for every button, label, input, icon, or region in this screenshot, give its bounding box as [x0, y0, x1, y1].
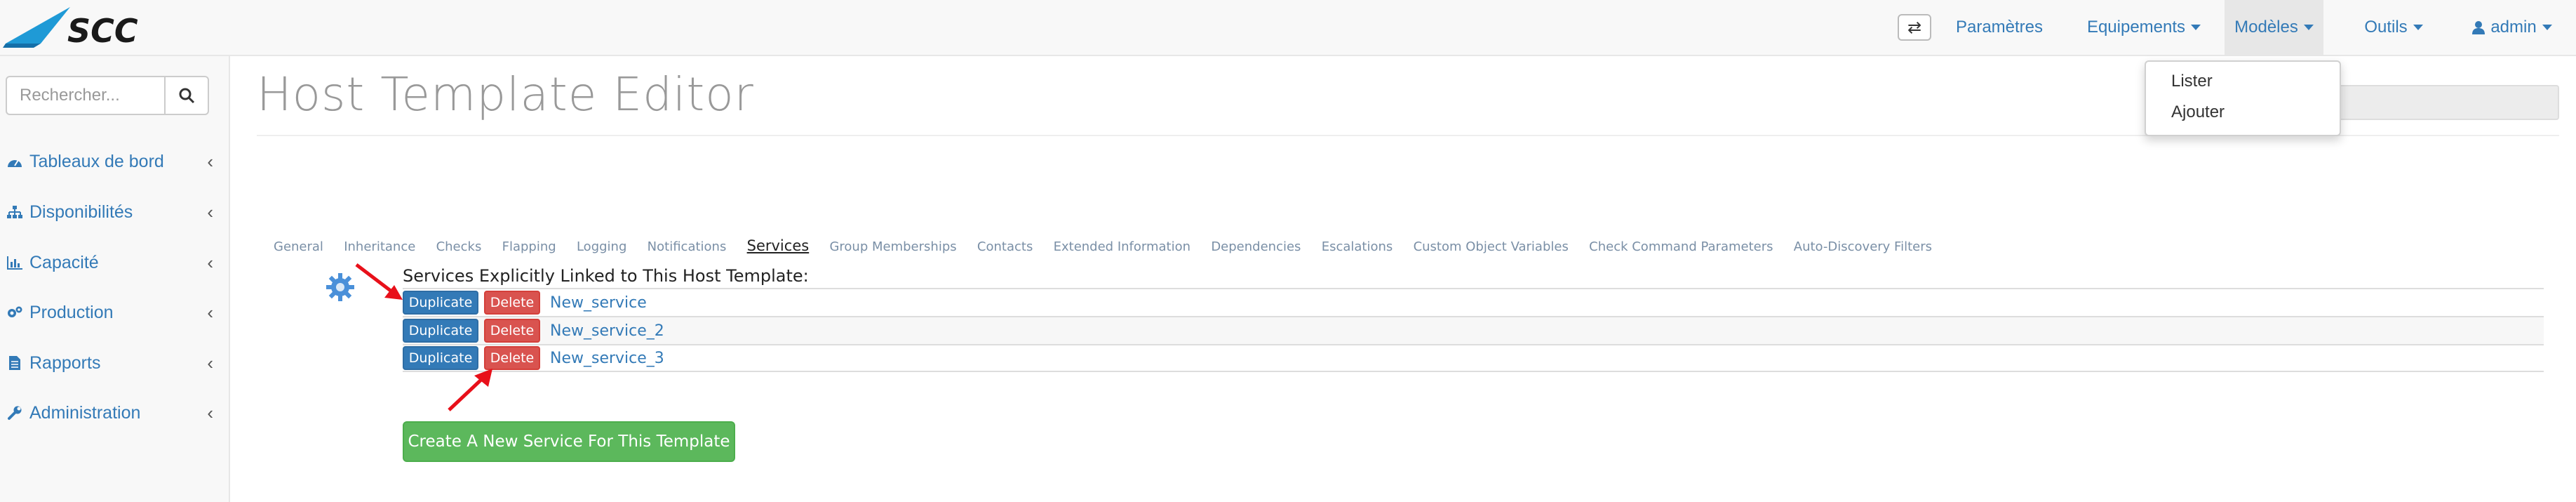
- tab-dependencies[interactable]: Dependencies: [1211, 239, 1301, 254]
- gears-icon: [4, 305, 25, 319]
- nav-equipements[interactable]: Equipements: [2071, 0, 2217, 55]
- sidebar: Tableaux de bord ‹ Disponibilités ‹ Capa…: [0, 56, 230, 502]
- service-link[interactable]: New_service: [550, 294, 647, 312]
- annotation-arrow: [448, 369, 492, 411]
- header-search-field[interactable]: [2340, 85, 2559, 120]
- sidebar-item-administration[interactable]: Administration ‹: [0, 392, 229, 434]
- tab-extended-information[interactable]: Extended Information: [1054, 239, 1190, 254]
- user-icon: [2472, 21, 2486, 34]
- nav-modeles-label: Modèles: [2234, 18, 2298, 37]
- duplicate-button[interactable]: Duplicate: [403, 319, 478, 343]
- caret-down-icon: [2303, 25, 2314, 30]
- sitemap-icon: [4, 205, 25, 219]
- nav-admin[interactable]: admin: [2459, 0, 2565, 55]
- navbar-toggle-button[interactable]: ⇄: [1898, 14, 1931, 41]
- caret-down-icon: [2191, 25, 2201, 30]
- tab-inheritance[interactable]: Inheritance: [344, 239, 415, 254]
- tab-general[interactable]: General: [274, 239, 323, 254]
- service-row: Duplicate Delete New_service_2: [403, 316, 2544, 344]
- service-row: Duplicate Delete New_service_3: [403, 344, 2544, 372]
- sidebar-item-label: Rapports: [29, 352, 101, 373]
- caret-down-icon: [2542, 25, 2552, 30]
- chevron-left-icon: ‹: [207, 251, 213, 273]
- tab-notifications[interactable]: Notifications: [648, 239, 727, 254]
- delete-button[interactable]: Delete: [484, 291, 540, 315]
- search-icon: [179, 88, 195, 104]
- modeles-dropdown-menu: Lister Ajouter: [2145, 60, 2341, 136]
- nav-parametres[interactable]: Paramètres: [1943, 0, 2055, 55]
- caret-down-icon: [2413, 25, 2423, 30]
- annotation-arrow: [355, 263, 403, 300]
- wrench-icon: [4, 405, 25, 421]
- tab-custom-object-variables[interactable]: Custom Object Variables: [1414, 239, 1569, 254]
- tab-services[interactable]: Services: [747, 237, 810, 254]
- delete-button[interactable]: Delete: [484, 319, 540, 343]
- nav-parametres-label: Paramètres: [1955, 18, 2044, 37]
- chevron-left-icon: ‹: [207, 150, 213, 172]
- menu-item-lister[interactable]: Lister: [2171, 72, 2213, 91]
- service-row: Duplicate Delete New_service: [403, 288, 2544, 316]
- dashboard-icon: [4, 154, 25, 169]
- sidebar-item-label: Tableaux de bord: [29, 151, 164, 171]
- create-service-button[interactable]: Create A New Service For This Template: [403, 421, 735, 462]
- tab-check-command-parameters[interactable]: Check Command Parameters: [1589, 239, 1773, 254]
- nav-outils[interactable]: Outils: [2349, 0, 2438, 55]
- sidebar-item-rapports[interactable]: Rapports ‹: [0, 342, 229, 384]
- scc-logo[interactable]: SCC: [3, 4, 196, 51]
- service-link[interactable]: New_service_3: [550, 350, 664, 367]
- delete-button[interactable]: Delete: [484, 346, 540, 370]
- tab-logging[interactable]: Logging: [577, 239, 626, 254]
- bar-chart-icon: [4, 256, 25, 270]
- service-link[interactable]: New_service_2: [550, 322, 664, 340]
- services-gear-icon: [326, 273, 354, 301]
- page-title: Host Template Editor: [257, 67, 754, 121]
- search-button[interactable]: [164, 76, 209, 115]
- duplicate-button[interactable]: Duplicate: [403, 291, 478, 315]
- nav-outils-label: Outils: [2364, 18, 2408, 37]
- tab-flapping[interactable]: Flapping: [502, 239, 556, 254]
- logo-text: SCC: [67, 12, 138, 50]
- sidebar-search-input[interactable]: [6, 76, 166, 115]
- chevron-left-icon: ‹: [207, 201, 213, 223]
- nav-admin-label: admin: [2490, 18, 2537, 37]
- sidebar-item-label: Administration: [29, 402, 141, 423]
- sidebar-item-label: Capacité: [29, 252, 99, 272]
- chevron-left-icon: ‹: [207, 352, 213, 374]
- nav-equipements-label: Equipements: [2086, 18, 2186, 37]
- menu-item-ajouter[interactable]: Ajouter: [2171, 103, 2225, 122]
- top-navbar: SCC ⇄ Paramètres Equipements Modèles Out…: [0, 0, 2576, 56]
- file-text-icon: [4, 355, 25, 371]
- sidebar-item-label: Disponibilités: [29, 202, 133, 222]
- duplicate-button[interactable]: Duplicate: [403, 346, 478, 370]
- services-section-title: Services Explicitly Linked to This Host …: [403, 266, 809, 286]
- exchange-icon: ⇄: [1907, 18, 1922, 37]
- sidebar-item-production[interactable]: Production ‹: [0, 291, 229, 333]
- editor-tabs: General Inheritance Checks Flapping Logg…: [274, 237, 1949, 258]
- tab-checks[interactable]: Checks: [436, 239, 482, 254]
- chevron-left-icon: ‹: [207, 402, 213, 423]
- tab-auto-discovery-filters[interactable]: Auto-Discovery Filters: [1794, 239, 1932, 254]
- tab-escalations[interactable]: Escalations: [1322, 239, 1393, 254]
- sidebar-item-capacite[interactable]: Capacité ‹: [0, 242, 229, 284]
- chevron-left-icon: ‹: [207, 301, 213, 323]
- sidebar-item-tableaux-de-bord[interactable]: Tableaux de bord ‹: [0, 140, 229, 183]
- sidebar-item-disponibilites[interactable]: Disponibilités ‹: [0, 191, 229, 233]
- tab-contacts[interactable]: Contacts: [977, 239, 1033, 254]
- nav-modeles[interactable]: Modèles: [2225, 0, 2323, 55]
- tab-group-memberships[interactable]: Group Memberships: [829, 239, 956, 254]
- sidebar-item-label: Production: [29, 302, 114, 322]
